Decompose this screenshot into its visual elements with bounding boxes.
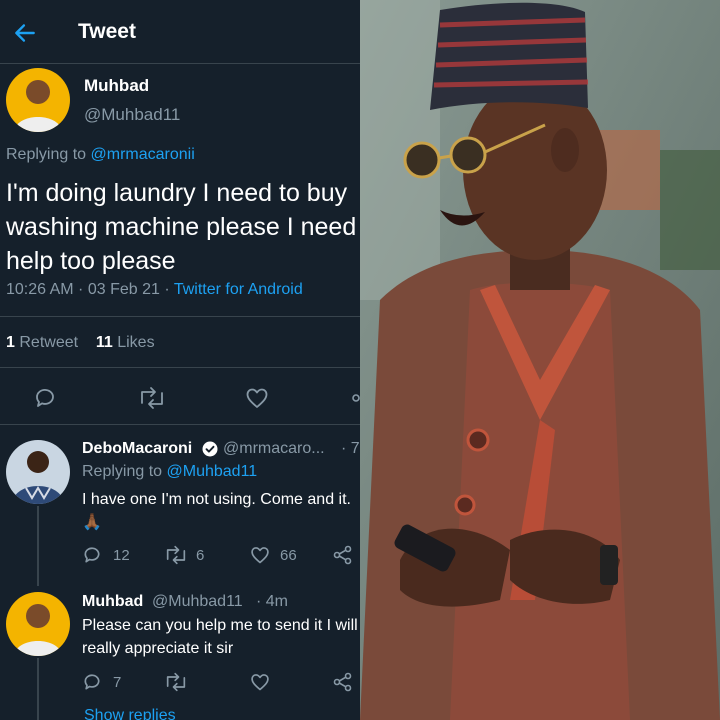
verified-badge-icon: [202, 441, 218, 457]
divider: [0, 424, 360, 425]
share-icon[interactable]: [333, 545, 353, 565]
thread-line: [37, 506, 39, 586]
reply-count: 7: [113, 674, 122, 691]
reply-icon[interactable]: [82, 672, 102, 692]
like-icon[interactable]: [245, 386, 269, 410]
avatar[interactable]: [6, 440, 70, 504]
replying-label: Replying to: [82, 463, 163, 480]
reply-author-handle[interactable]: @Muhbad11: [152, 593, 243, 611]
reply-time: · 7: [341, 440, 360, 457]
reply-icon[interactable]: [33, 386, 57, 410]
retweet-count[interactable]: 1: [6, 334, 15, 351]
reply-author-name[interactable]: Muhbad: [82, 593, 143, 611]
page-title: Tweet: [78, 20, 136, 43]
divider: [0, 316, 360, 317]
retweet-icon[interactable]: [138, 386, 166, 410]
author-handle[interactable]: @Muhbad11: [84, 105, 180, 125]
reply-icon[interactable]: [82, 545, 102, 565]
reply-header: DeboMacaroni: [82, 440, 192, 458]
replying-handle-link[interactable]: @mrmacaronii: [91, 146, 195, 163]
share-icon[interactable]: [350, 391, 360, 405]
retweet-label[interactable]: Retweet: [19, 334, 78, 351]
reply-text: I have one I'm not using. Come and it. 🙏…: [82, 491, 351, 531]
reply-text: Please can you help me to send it I will…: [82, 617, 358, 657]
like-icon[interactable]: [250, 672, 270, 692]
reply-author-handle[interactable]: @mrmacaro...: [223, 440, 325, 458]
share-icon[interactable]: [333, 672, 353, 692]
replying-to: Replying to @mrmacaronii: [6, 146, 195, 164]
top-bar: Tweet: [0, 0, 360, 64]
tweet-stats: 1 Retweet 11 Likes: [6, 334, 155, 352]
avatar[interactable]: [6, 68, 70, 132]
tweet-meta: 10:26 AM · 03 Feb 21 · Twitter for Andro…: [6, 281, 303, 299]
tweet-screen: Tweet Muhbad @Muhbad11 Replying to @mrma…: [0, 0, 360, 720]
retweet-icon[interactable]: [164, 672, 188, 692]
author-name[interactable]: Muhbad: [84, 76, 149, 96]
back-arrow-icon[interactable]: [12, 20, 38, 46]
tweet-text: I'm doing laundry I need to buy washing …: [6, 179, 360, 275]
replying-label: Replying to: [6, 146, 87, 163]
reply-time: · 4m: [256, 593, 288, 610]
replying-handle-link[interactable]: @Muhbad11: [167, 463, 258, 480]
tweet-time: 10:26 AM · 03 Feb 21 ·: [6, 281, 174, 298]
reply-author-name[interactable]: DeboMacaroni: [82, 440, 192, 457]
likes-label[interactable]: Likes: [117, 334, 154, 351]
thread-line: [37, 658, 39, 720]
show-replies-link[interactable]: Show replies: [84, 707, 176, 720]
photo: [360, 0, 720, 720]
retweet-count: 6: [196, 547, 205, 564]
avatar[interactable]: [6, 592, 70, 656]
reply-count: 12: [113, 547, 130, 564]
replying-to: Replying to @Muhbad11: [82, 463, 257, 481]
retweet-icon[interactable]: [164, 545, 188, 565]
man-photo: [360, 0, 720, 720]
like-count[interactable]: 11: [96, 334, 113, 351]
like-count: 66: [280, 547, 297, 564]
tweet-source-link[interactable]: Twitter for Android: [174, 281, 303, 298]
like-icon[interactable]: [250, 545, 270, 565]
divider: [0, 367, 360, 368]
